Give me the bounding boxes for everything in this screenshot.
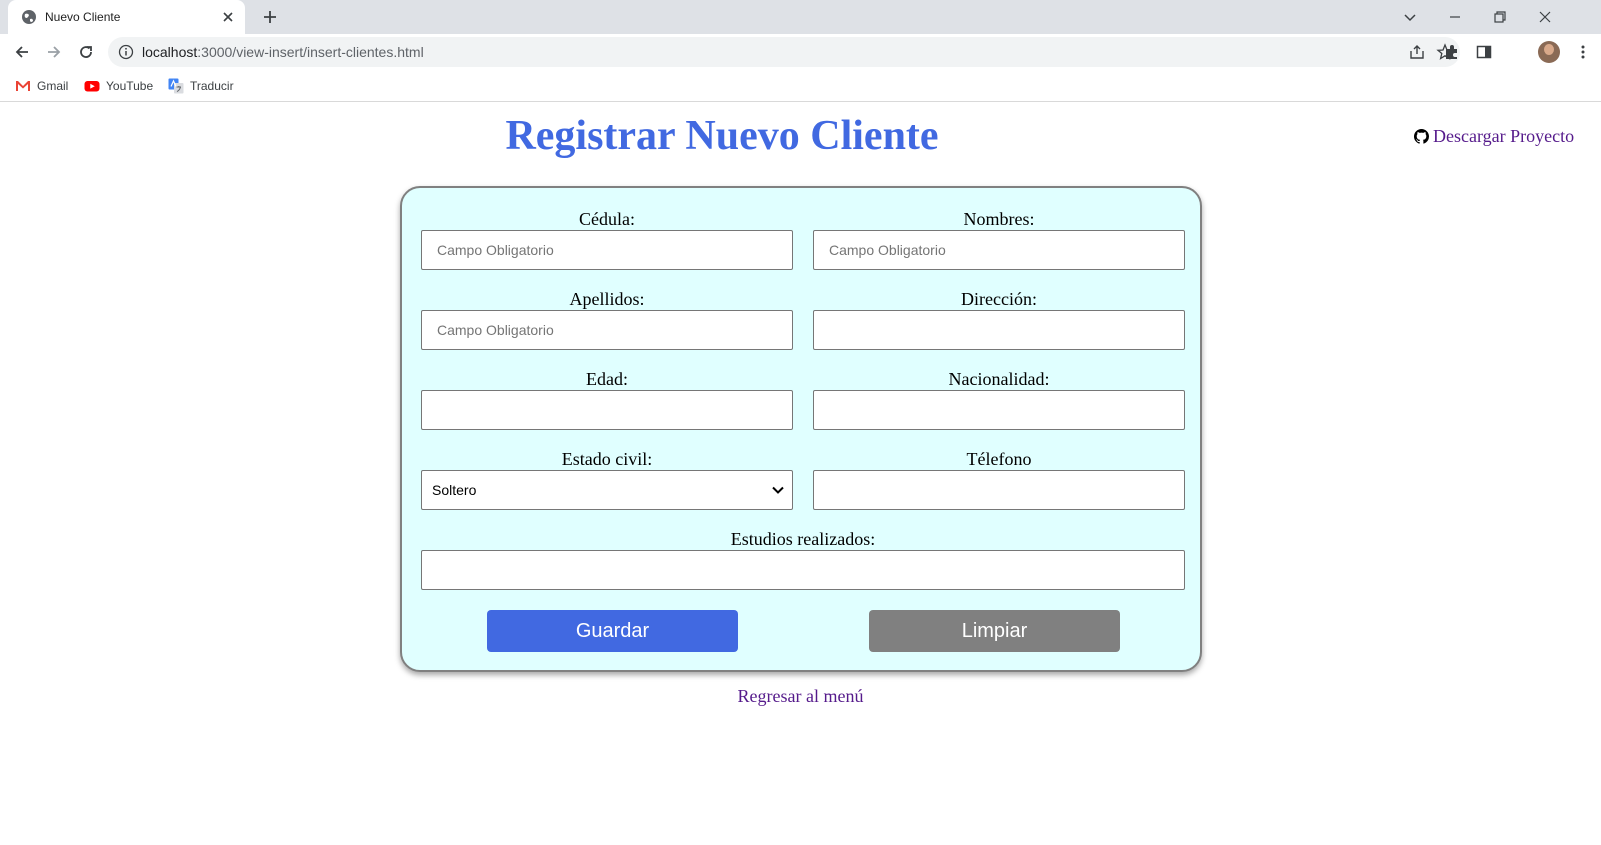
gmail-icon bbox=[16, 81, 30, 91]
bookmark-youtube[interactable]: YouTube bbox=[84, 78, 153, 94]
reload-icon[interactable] bbox=[77, 43, 95, 61]
tab-title: Nuevo Cliente bbox=[45, 10, 121, 24]
estudios-label: Estudios realizados: bbox=[730, 529, 876, 549]
bookmark-label: Gmail bbox=[37, 79, 69, 93]
download-project-link[interactable]: Descargar Proyecto bbox=[1414, 126, 1574, 147]
browser-tabstrip: Nuevo Cliente bbox=[0, 0, 1601, 34]
nacionalidad-input[interactable] bbox=[813, 390, 1185, 430]
download-project-label: Descargar Proyecto bbox=[1433, 126, 1575, 146]
minimize-icon[interactable] bbox=[1445, 7, 1465, 27]
nombres-input[interactable] bbox=[813, 230, 1185, 270]
bookmark-traducir[interactable]: Traducir bbox=[168, 78, 234, 94]
save-button[interactable]: Guardar bbox=[487, 610, 738, 652]
cedula-label: Cédula: bbox=[579, 209, 635, 229]
estudios-group: Estudios realizados: bbox=[421, 528, 1185, 590]
bookmark-gmail[interactable]: Gmail bbox=[15, 78, 68, 94]
restore-icon[interactable] bbox=[1490, 7, 1510, 27]
address-bar[interactable]: localhost:3000/view-insert/insert-client… bbox=[108, 37, 1460, 67]
edad-label: Edad: bbox=[586, 369, 628, 389]
apellidos-group: Apellidos: bbox=[421, 288, 793, 350]
youtube-icon bbox=[84, 81, 100, 92]
estudios-input[interactable] bbox=[421, 550, 1185, 590]
browser-tab[interactable]: Nuevo Cliente bbox=[8, 0, 245, 34]
translate-icon bbox=[168, 78, 184, 94]
telefono-input[interactable] bbox=[813, 470, 1185, 510]
telefono-group: Télefono bbox=[813, 448, 1185, 510]
close-window-icon[interactable] bbox=[1535, 7, 1555, 27]
nacionalidad-group: Nacionalidad: bbox=[813, 368, 1185, 430]
share-icon[interactable] bbox=[1408, 43, 1426, 61]
url-text[interactable]: localhost:3000/view-insert/insert-client… bbox=[142, 44, 424, 60]
edad-input[interactable] bbox=[421, 390, 793, 430]
clear-button[interactable]: Limpiar bbox=[869, 610, 1120, 652]
apellidos-label: Apellidos: bbox=[569, 289, 645, 309]
direccion-input[interactable] bbox=[813, 310, 1185, 350]
globe-icon bbox=[22, 10, 36, 24]
url-host: localhost bbox=[142, 44, 198, 60]
bookmark-label: Traducir bbox=[190, 79, 234, 93]
bookmark-label: YouTube bbox=[106, 79, 154, 93]
bookmarks-bar: Gmail YouTube Traducir bbox=[0, 70, 1601, 102]
direccion-group: Dirección: bbox=[813, 288, 1185, 350]
profile-avatar[interactable] bbox=[1538, 41, 1560, 63]
estado-civil-select[interactable]: Soltero bbox=[421, 470, 793, 510]
page-content: Registrar Nuevo Cliente Descargar Proyec… bbox=[0, 102, 1601, 845]
site-info-icon[interactable] bbox=[118, 44, 134, 60]
direccion-label: Dirección: bbox=[961, 289, 1037, 309]
apellidos-input[interactable] bbox=[421, 310, 793, 350]
estado-civil-group: Estado civil: Soltero bbox=[421, 448, 793, 510]
forward-arrow-icon[interactable] bbox=[45, 43, 63, 61]
github-icon bbox=[1414, 129, 1429, 144]
extensions-icon[interactable] bbox=[1443, 43, 1461, 61]
page-title: Registrar Nuevo Cliente bbox=[505, 113, 939, 159]
edad-group: Edad: bbox=[421, 368, 793, 430]
url-path: :3000/view-insert/insert-clientes.html bbox=[197, 44, 424, 60]
estado-civil-label: Estado civil: bbox=[561, 449, 653, 469]
menu-kebab-icon[interactable] bbox=[1574, 43, 1592, 61]
nombres-group: Nombres: bbox=[813, 208, 1185, 270]
cedula-group: Cédula: bbox=[421, 208, 793, 270]
close-tab-icon[interactable] bbox=[220, 9, 236, 25]
browser-toolbar: localhost:3000/view-insert/insert-client… bbox=[0, 34, 1601, 70]
nacionalidad-label: Nacionalidad: bbox=[948, 369, 1050, 389]
new-tab-icon[interactable] bbox=[262, 9, 278, 25]
nombres-label: Nombres: bbox=[963, 209, 1035, 229]
tab-search-icon[interactable] bbox=[1400, 7, 1420, 27]
back-to-menu-link[interactable]: Regresar al menú bbox=[0, 686, 1601, 707]
cedula-input[interactable] bbox=[421, 230, 793, 270]
client-form: Cédula: Nombres: Apellidos: Dirección: E… bbox=[400, 186, 1202, 672]
side-panel-icon[interactable] bbox=[1475, 43, 1493, 61]
telefono-label: Télefono bbox=[966, 449, 1032, 469]
estado-civil-select-wrap: Soltero bbox=[421, 470, 793, 510]
back-arrow-icon[interactable] bbox=[13, 43, 31, 61]
